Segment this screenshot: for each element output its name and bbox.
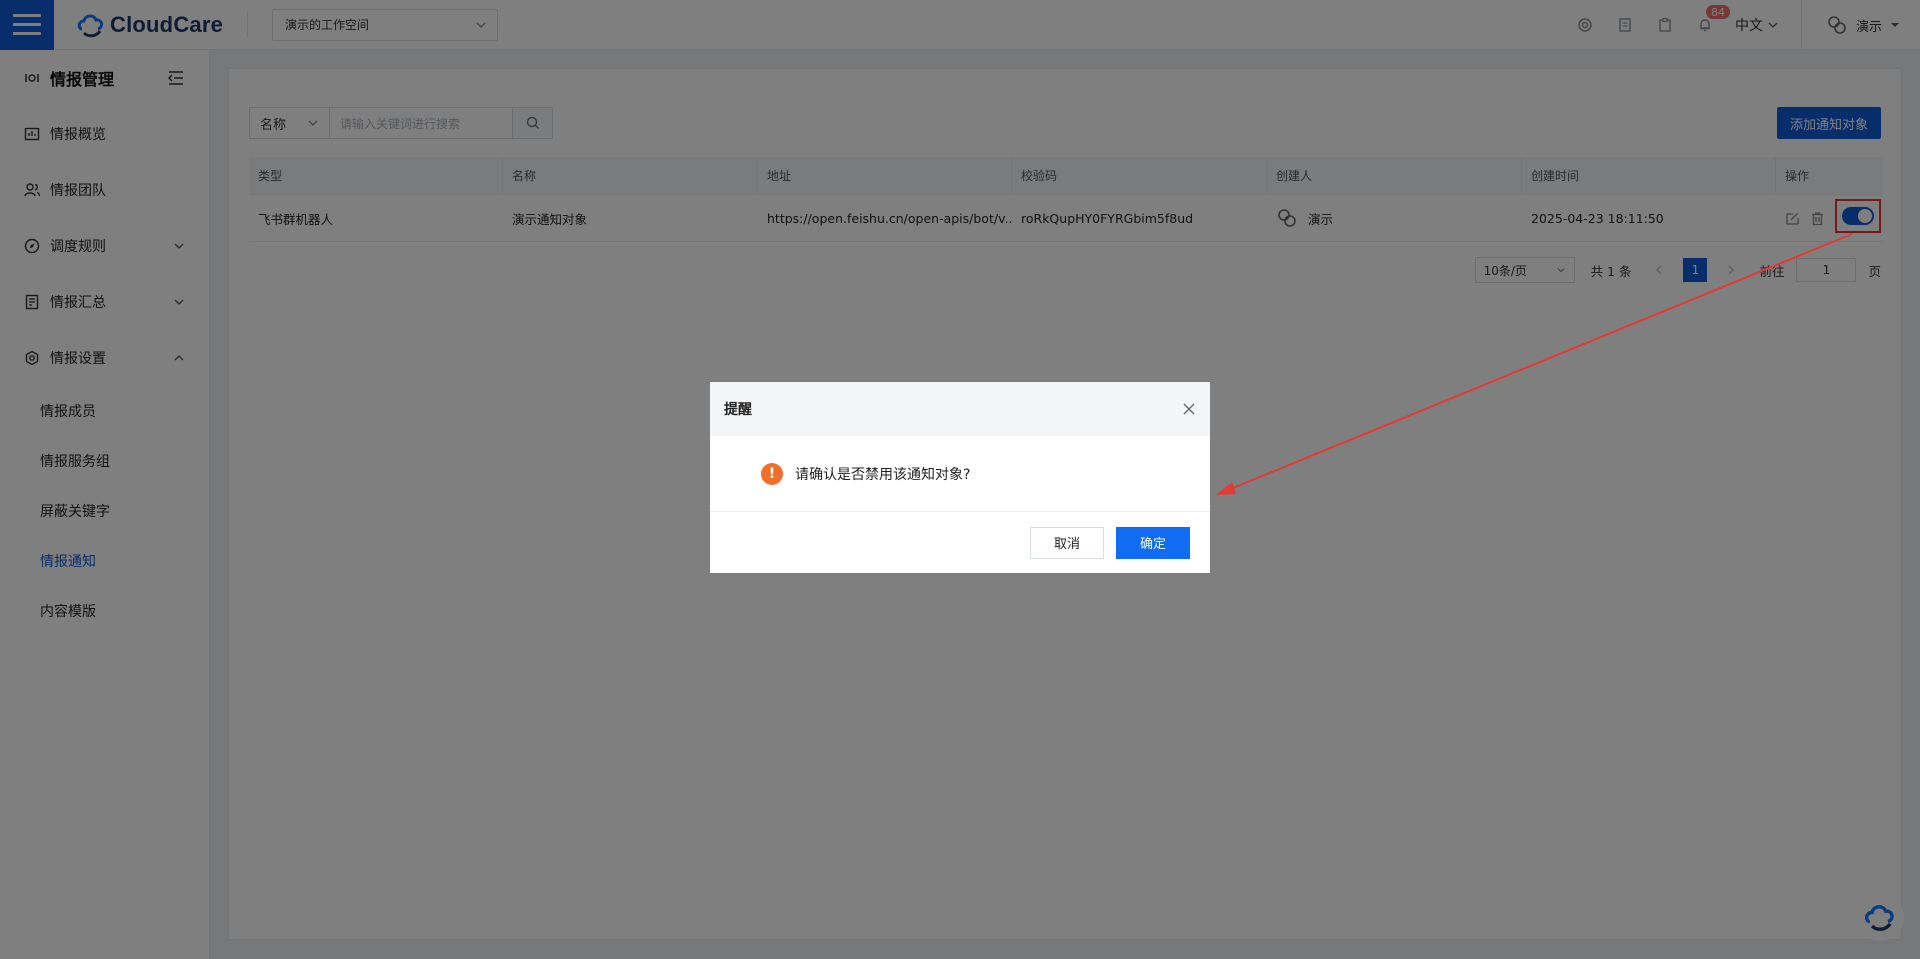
- dialog-body: ! 请确认是否禁用该通知对象?: [710, 436, 1210, 512]
- warning-icon: !: [761, 462, 783, 485]
- confirm-button[interactable]: 确定: [1116, 526, 1190, 559]
- dialog-title: 提醒: [724, 402, 752, 418]
- confirm-dialog: 提醒 ! 请确认是否禁用该通知对象? 取消 确定: [710, 382, 1210, 573]
- close-icon[interactable]: [1182, 402, 1196, 416]
- dialog-message: 请确认是否禁用该通知对象?: [795, 466, 971, 483]
- cancel-button[interactable]: 取消: [1030, 526, 1104, 559]
- dialog-footer: 取消 确定: [710, 512, 1210, 573]
- dialog-header: 提醒: [710, 382, 1210, 436]
